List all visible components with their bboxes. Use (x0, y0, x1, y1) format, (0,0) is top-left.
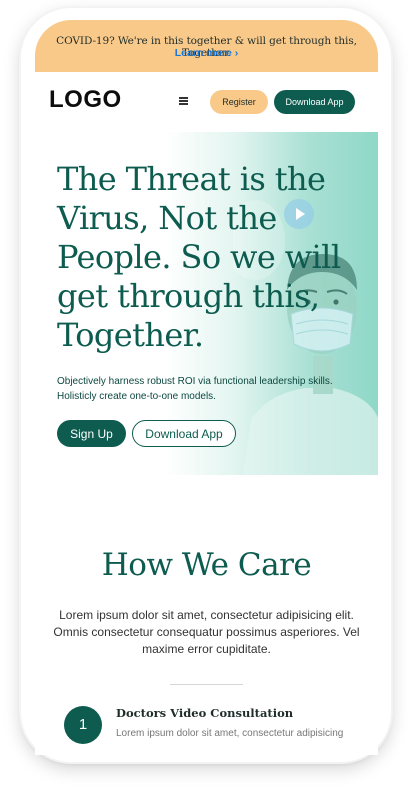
hero-section: The Threat is the Virus, Not the People.… (35, 132, 378, 475)
feature-number-badge: 1 (64, 706, 102, 744)
hero-headline: The Threat is the Virus, Not the People.… (57, 160, 341, 354)
nav-download-app-button[interactable]: Download App (274, 90, 355, 114)
register-button[interactable]: Register (210, 90, 268, 114)
sign-up-button[interactable]: Sign Up (57, 420, 126, 447)
hero-subtext: Objectively harness robust ROI via funct… (57, 376, 333, 402)
hero-download-app-button[interactable]: Download App (132, 420, 236, 447)
covid-banner: COVID-19? We're in this together & will … (35, 20, 378, 72)
section-divider (170, 684, 243, 685)
phone-screen: COVID-19? We're in this together & will … (35, 20, 378, 755)
logo[interactable]: LOGO (49, 86, 122, 114)
navbar: LOGO Register Download App (35, 72, 378, 132)
hamburger-menu-icon[interactable] (179, 97, 188, 105)
how-we-care-description: Lorem ipsum dolor sit amet, consectetur … (53, 608, 360, 656)
how-we-care-title: How We Care (101, 547, 312, 583)
feature-title: Doctors Video Consultation (116, 706, 294, 720)
learn-more-link[interactable]: Learn more › (35, 47, 378, 59)
feature-description: Lorem ipsum dolor sit amet, consectetur … (116, 728, 344, 739)
